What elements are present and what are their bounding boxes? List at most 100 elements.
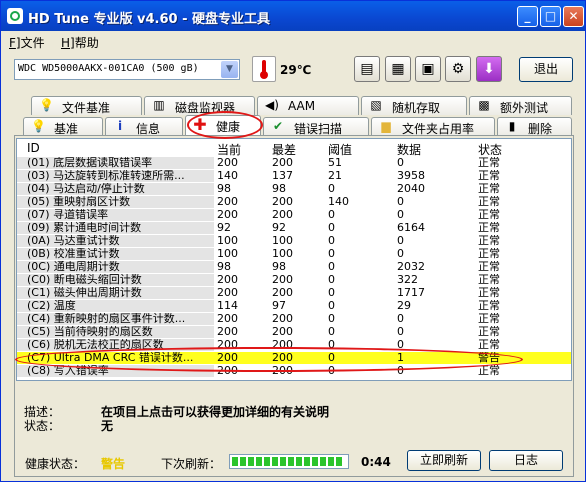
toolbar: WDC WD5000AAKX-001CA0 (500 gB) ▼ 29℃ ▤ ▦… (1, 53, 585, 87)
col-current[interactable]: 当前 (217, 141, 241, 158)
row-worst: 200 (272, 326, 293, 338)
chevron-down-icon[interactable]: ▼ (221, 61, 238, 78)
row-current: 98 (217, 183, 231, 195)
row-status: 正常 (478, 157, 500, 169)
col-worst[interactable]: 最差 (272, 141, 296, 158)
menu-help[interactable]: H]帮助 (61, 34, 99, 51)
row-current: 114 (217, 300, 238, 312)
health-status-label: 健康状态： (25, 457, 86, 471)
tab-benchmark[interactable]: 💡 基准 (23, 117, 103, 136)
row-threshold: 140 (328, 196, 349, 208)
table-row[interactable]: (03) 马达旋转到标准转速所需... 140 137 21 3958 正常 (17, 170, 571, 182)
table-row[interactable]: (09) 累计通电时间计数 92 92 0 6164 正常 (17, 222, 571, 234)
table-row[interactable]: (C1) 磁头伸出周期计数 200 200 0 1717 正常 (17, 287, 571, 299)
tab-erase[interactable]: ▮ 删除 (497, 117, 572, 136)
table-row[interactable]: (C2) 温度 114 97 0 29 正常 (17, 300, 571, 312)
exit-button[interactable]: 退出 (519, 57, 573, 82)
tab-extra-tests[interactable]: ▩ 额外测试 (469, 96, 572, 115)
row-data: 0 (397, 326, 404, 338)
row-status: 正常 (478, 183, 500, 195)
row-worst: 98 (272, 183, 286, 195)
row-id: (0B) 校准重试计数 (17, 248, 214, 260)
minimize-button[interactable]: _ (517, 6, 538, 27)
next-refresh-label: 下次刷新： (161, 457, 222, 471)
row-threshold: 0 (328, 274, 335, 286)
table-row[interactable]: (C0) 断电磁头缩回计数 200 200 0 322 正常 (17, 274, 571, 286)
table-row[interactable]: (05) 重映射扇区计数 200 200 140 0 正常 (17, 196, 571, 208)
row-current: 200 (217, 313, 238, 325)
row-data: 0 (397, 248, 404, 260)
log-button[interactable]: 日志 (489, 450, 563, 471)
trash-icon: ▮ (508, 119, 516, 133)
refresh-countdown: 0:44 (361, 455, 391, 469)
col-id[interactable]: ID (27, 141, 40, 155)
description-value: 在项目上点击可以获得更加详细的有关说明 (101, 405, 330, 419)
copy-text-icon[interactable]: ▤ (354, 56, 380, 82)
table-row[interactable]: (01) 底层数据读取错误率 200 200 51 0 正常 (17, 157, 571, 169)
row-id: (C5) 当前待映射的扇区数 (17, 326, 214, 338)
smart-table[interactable]: ID 当前 最差 阈值 数据 状态 (01) 底层数据读取错误率 200 200 51… (16, 138, 572, 381)
row-worst: 100 (272, 248, 293, 260)
table-row[interactable]: (C4) 重新映射的扇区事件计数... 200 200 0 0 正常 (17, 313, 571, 325)
row-data: 322 (397, 274, 418, 286)
tab-file-benchmark[interactable]: 💡 文件基准 (31, 96, 142, 115)
row-threshold: 0 (328, 183, 335, 195)
row-data: 0 (397, 196, 404, 208)
row-status: 正常 (478, 287, 500, 299)
row-current: 200 (217, 326, 238, 338)
row-threshold: 0 (328, 261, 335, 273)
download-icon[interactable]: ⬇ (476, 56, 502, 82)
col-data[interactable]: 数据 (397, 141, 421, 158)
refresh-now-button[interactable]: 立即刷新 (407, 450, 481, 471)
row-status: 正常 (478, 313, 500, 325)
row-status: 正常 (478, 326, 500, 338)
table-row[interactable]: (0B) 校准重试计数 100 100 0 0 正常 (17, 248, 571, 260)
row-threshold: 0 (328, 248, 335, 260)
table-row[interactable]: (0C) 通电周期计数 98 98 0 2032 正常 (17, 261, 571, 273)
row-status: 正常 (478, 170, 500, 182)
table-row[interactable]: (07) 寻道错误率 200 200 0 0 正常 (17, 209, 571, 221)
table-row[interactable]: (04) 马达启动/停止计数 98 98 0 2040 正常 (17, 183, 571, 195)
table-row[interactable]: (C5) 当前待映射的扇区数 200 200 0 0 正常 (17, 326, 571, 338)
tab-random-access[interactable]: ▧ 随机存取 (361, 96, 467, 115)
thermometer-icon (252, 56, 276, 82)
title-bar[interactable]: HD Tune 专业版 v4.60 - 硬盘专业工具 _ □ ✕ (1, 1, 585, 31)
row-data: 6164 (397, 222, 425, 234)
row-threshold: 0 (328, 313, 335, 325)
row-status: 正常 (478, 274, 500, 286)
tab-aam[interactable]: ◀) AAM (257, 96, 359, 115)
row-worst: 200 (272, 313, 293, 325)
col-status[interactable]: 状态 (478, 141, 502, 158)
row-current: 100 (217, 235, 238, 247)
temperature-value: 29℃ (280, 63, 312, 77)
row-status: 正常 (478, 196, 500, 208)
warning-row-highlight (15, 347, 523, 372)
row-id: (C4) 重新映射的扇区事件计数... (17, 313, 214, 325)
options-icon[interactable]: ⚙ (445, 56, 471, 82)
folder-icon: ▆ (381, 119, 391, 133)
close-button[interactable]: ✕ (563, 6, 584, 27)
row-current: 200 (217, 274, 238, 286)
row-id: (05) 重映射扇区计数 (17, 196, 214, 208)
menu-file[interactable]: F]文件 (9, 34, 45, 51)
tab-folder-usage[interactable]: ▆ 文件夹占用率 (371, 117, 495, 136)
row-worst: 98 (272, 261, 286, 273)
maximize-button[interactable]: □ (540, 6, 561, 27)
row-current: 200 (217, 157, 238, 169)
tab-info[interactable]: i 信息 (105, 117, 183, 136)
row-current: 200 (217, 287, 238, 299)
row-status: 正常 (478, 235, 500, 247)
row-id: (C0) 断电磁头缩回计数 (17, 274, 214, 286)
drive-select[interactable]: WDC WD5000AAKX-001CA0 (500 gB) ▼ (14, 59, 240, 80)
table-row[interactable]: (0A) 马达重试计数 100 100 0 0 正常 (17, 235, 571, 247)
row-current: 100 (217, 248, 238, 260)
save-icon[interactable]: ▣ (415, 56, 441, 82)
row-status: 正常 (478, 248, 500, 260)
speaker-icon: ◀) (265, 98, 279, 112)
col-threshold[interactable]: 阈值 (328, 141, 352, 158)
copy-screenshot-icon[interactable]: ▦ (385, 56, 411, 82)
extra-tests-icon: ▩ (478, 98, 490, 112)
row-threshold: 0 (328, 287, 335, 299)
tab-error-scan[interactable]: ✔ 错误扫描 (263, 117, 369, 136)
row-threshold: 0 (328, 300, 335, 312)
